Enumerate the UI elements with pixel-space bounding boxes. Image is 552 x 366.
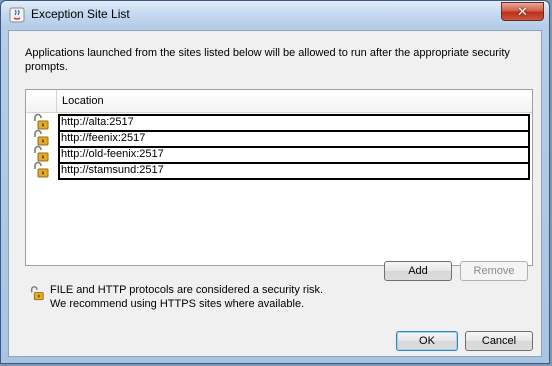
location-text: http://old-feenix:2517 bbox=[61, 148, 164, 160]
security-note-text: FILE and HTTP protocols are considered a… bbox=[50, 283, 350, 311]
header-location: Location bbox=[62, 95, 104, 107]
remove-button[interactable]: Remove bbox=[460, 261, 528, 281]
open-padlock-icon bbox=[34, 145, 49, 162]
table-row[interactable]: http://stamsund:2517 bbox=[26, 161, 532, 180]
table-header: Location bbox=[26, 90, 532, 113]
description-text: Applications launched from the sites lis… bbox=[25, 47, 510, 73]
open-padlock-icon bbox=[30, 286, 44, 301]
security-note-line1: FILE and HTTP protocols are considered a… bbox=[50, 284, 324, 296]
open-padlock-icon bbox=[34, 129, 49, 146]
dialog-content: Applications launched from the sites lis… bbox=[8, 30, 542, 357]
exception-site-list-dialog: Exception Site List ✕ Applications launc… bbox=[0, 0, 550, 364]
java-icon bbox=[9, 7, 25, 23]
table-row[interactable]: http://feenix:2517 bbox=[26, 129, 532, 148]
location-text: http://alta:2517 bbox=[61, 116, 134, 128]
cancel-button[interactable]: Cancel bbox=[465, 331, 533, 351]
table-rows: http://alta:2517 http://feenix:2517 http… bbox=[26, 113, 532, 180]
security-note-line2: We recommend using HTTPS sites where ava… bbox=[50, 298, 305, 310]
add-button[interactable]: Add bbox=[384, 261, 452, 281]
location-text: http://feenix:2517 bbox=[61, 132, 146, 144]
window-title: Exception Site List bbox=[31, 7, 130, 21]
table-row[interactable]: http://alta:2517 bbox=[26, 113, 532, 132]
title-bar[interactable]: Exception Site List ✕ bbox=[1, 1, 549, 29]
open-padlock-icon bbox=[34, 113, 49, 130]
exception-site-table[interactable]: Location http://alta:2517 http://feenix:… bbox=[25, 89, 533, 266]
close-button[interactable]: ✕ bbox=[501, 2, 544, 21]
location-cell[interactable]: http://stamsund:2517 bbox=[58, 162, 530, 180]
close-icon: ✕ bbox=[517, 4, 528, 19]
open-padlock-icon bbox=[34, 161, 49, 178]
header-icon-column bbox=[26, 90, 57, 112]
table-row[interactable]: http://old-feenix:2517 bbox=[26, 145, 532, 164]
ok-button[interactable]: OK bbox=[396, 331, 458, 351]
location-text: http://stamsund:2517 bbox=[61, 164, 164, 176]
